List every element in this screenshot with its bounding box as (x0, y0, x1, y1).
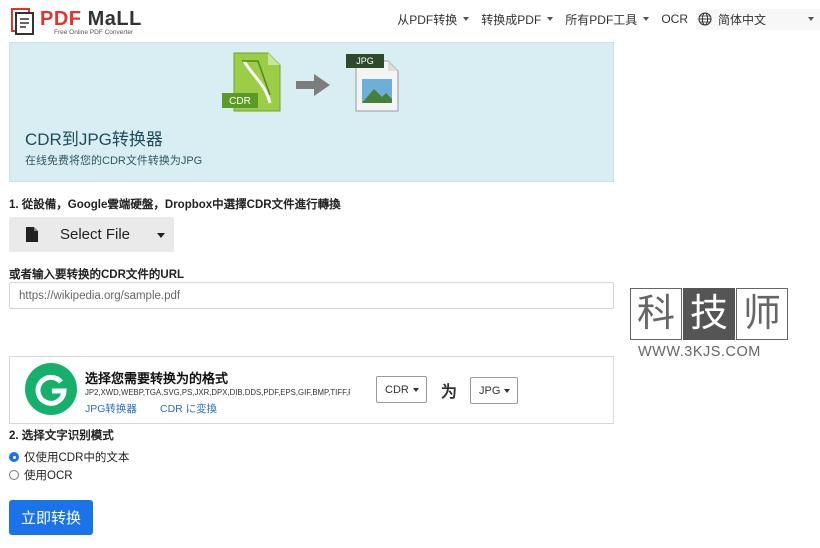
logo-pdf-text: PDF (40, 8, 82, 30)
jpg-converter-link[interactable]: JPG转换器 (85, 401, 137, 416)
page-title: CDR到JPG转换器 (25, 130, 163, 149)
arrow-right-icon (296, 74, 330, 96)
to-word: 为 (441, 384, 458, 401)
watermark-chars: 科 技 师 (630, 288, 789, 340)
watermark-url: WWW.3KJS.COM (638, 344, 761, 360)
watermark-char: 科 (630, 288, 682, 340)
to-format-dropdown[interactable]: JPG (470, 377, 518, 404)
from-format-value: CDR (385, 383, 409, 396)
from-format-dropdown[interactable]: CDR (376, 376, 427, 403)
select-file-label: Select File (60, 226, 131, 243)
format-selector-panel: 选择您需要转换为的格式 JP2,XWD,WEBP,TGA,SVG,PS,JXR,… (9, 356, 614, 424)
ocr-option-label: 使用OCR (24, 470, 73, 482)
nav-all-tools[interactable]: 所有PDF工具 (565, 11, 650, 28)
watermark: 科 技 师 WWW.3KJS.COM (630, 288, 788, 363)
chevron-down-icon (412, 387, 419, 392)
ocr-option-text-only[interactable]: 仅使用CDR中的文本 (9, 449, 129, 465)
conversion-illustration: CDR JPG (222, 52, 399, 112)
ocr-option-use-ocr[interactable]: 使用OCR (9, 467, 73, 483)
nav-ocr-label: OCR (661, 12, 688, 26)
radio-unchecked-icon[interactable] (9, 470, 19, 480)
nav-from-pdf-label: 从PDF转换 (397, 12, 458, 27)
top-header: PDF MaLL Free Online PDF Converter 从PDF转… (0, 0, 820, 40)
globe-icon (698, 12, 712, 26)
logo-tagline: Free Online PDF Converter (54, 29, 134, 36)
to-format-value: JPG (479, 384, 501, 397)
hero-to-format: JPG (356, 56, 374, 66)
ocr-option-label: 仅使用CDR中的文本 (24, 452, 130, 464)
logo-mall-text: MaLL (87, 8, 142, 30)
page-subtitle: 在线免费将您的CDR文件转换为JPG (25, 155, 203, 167)
format-list: JP2,XWD,WEBP,TGA,SVG,PS,JXR,DPX,DIB,DDS,… (85, 388, 350, 397)
language-label: 简体中文 (717, 12, 766, 27)
g-logo-icon (25, 363, 77, 415)
step2-label: 2. 选择文字识别模式 (9, 430, 114, 442)
nav-all-tools-label: 所有PDF工具 (565, 12, 638, 27)
radio-checked-icon[interactable] (9, 452, 19, 462)
logo[interactable]: PDF MaLL Free Online PDF Converter (8, 4, 158, 38)
format-title: 选择您需要转换为的格式 (85, 371, 229, 386)
chevron-down-icon (504, 388, 511, 393)
chevron-down-icon (808, 17, 814, 21)
main-nav: 从PDF转换 转换成PDF 所有PDF工具 OCR 简体中文 (385, 8, 820, 30)
nav-ocr[interactable]: OCR (661, 12, 688, 26)
chevron-down-icon (463, 17, 470, 21)
select-file-button[interactable]: Select File (9, 217, 174, 252)
nav-to-pdf-label: 转换成PDF (481, 12, 542, 27)
watermark-char: 师 (736, 288, 788, 340)
cdr-convert-link[interactable]: CDR に変換 (160, 401, 217, 416)
cdr-file-icon: CDR (222, 52, 281, 112)
jpg-file-icon: JPG (346, 54, 399, 112)
language-select[interactable]: 简体中文 (695, 8, 820, 30)
hero-from-format: CDR (229, 96, 251, 107)
logo-mark-icon (11, 8, 34, 35)
hero-banner: CDR JPG CDR到JPG转换器 在线免费将您的CDR文件转换为JPG (9, 42, 614, 182)
convert-now-button[interactable]: 立即转换 (9, 500, 93, 535)
step1-label: 1. 從設備，Google雲端硬盤，Dropbox中選擇CDR文件進行轉換 (9, 199, 341, 211)
caret-down-icon[interactable] (157, 233, 165, 238)
nav-to-pdf[interactable]: 转换成PDF (481, 11, 554, 28)
nav-from-pdf[interactable]: 从PDF转换 (397, 11, 470, 28)
g-letter-icon (35, 374, 67, 406)
url-input[interactable] (9, 282, 614, 309)
file-icon (26, 227, 38, 242)
url-label: 或者输入要转换的CDR文件的URL (9, 269, 185, 281)
chevron-down-icon (643, 17, 650, 21)
watermark-char: 技 (683, 288, 735, 340)
logo-text: PDF MaLL (40, 8, 142, 31)
chevron-down-icon (547, 17, 554, 21)
